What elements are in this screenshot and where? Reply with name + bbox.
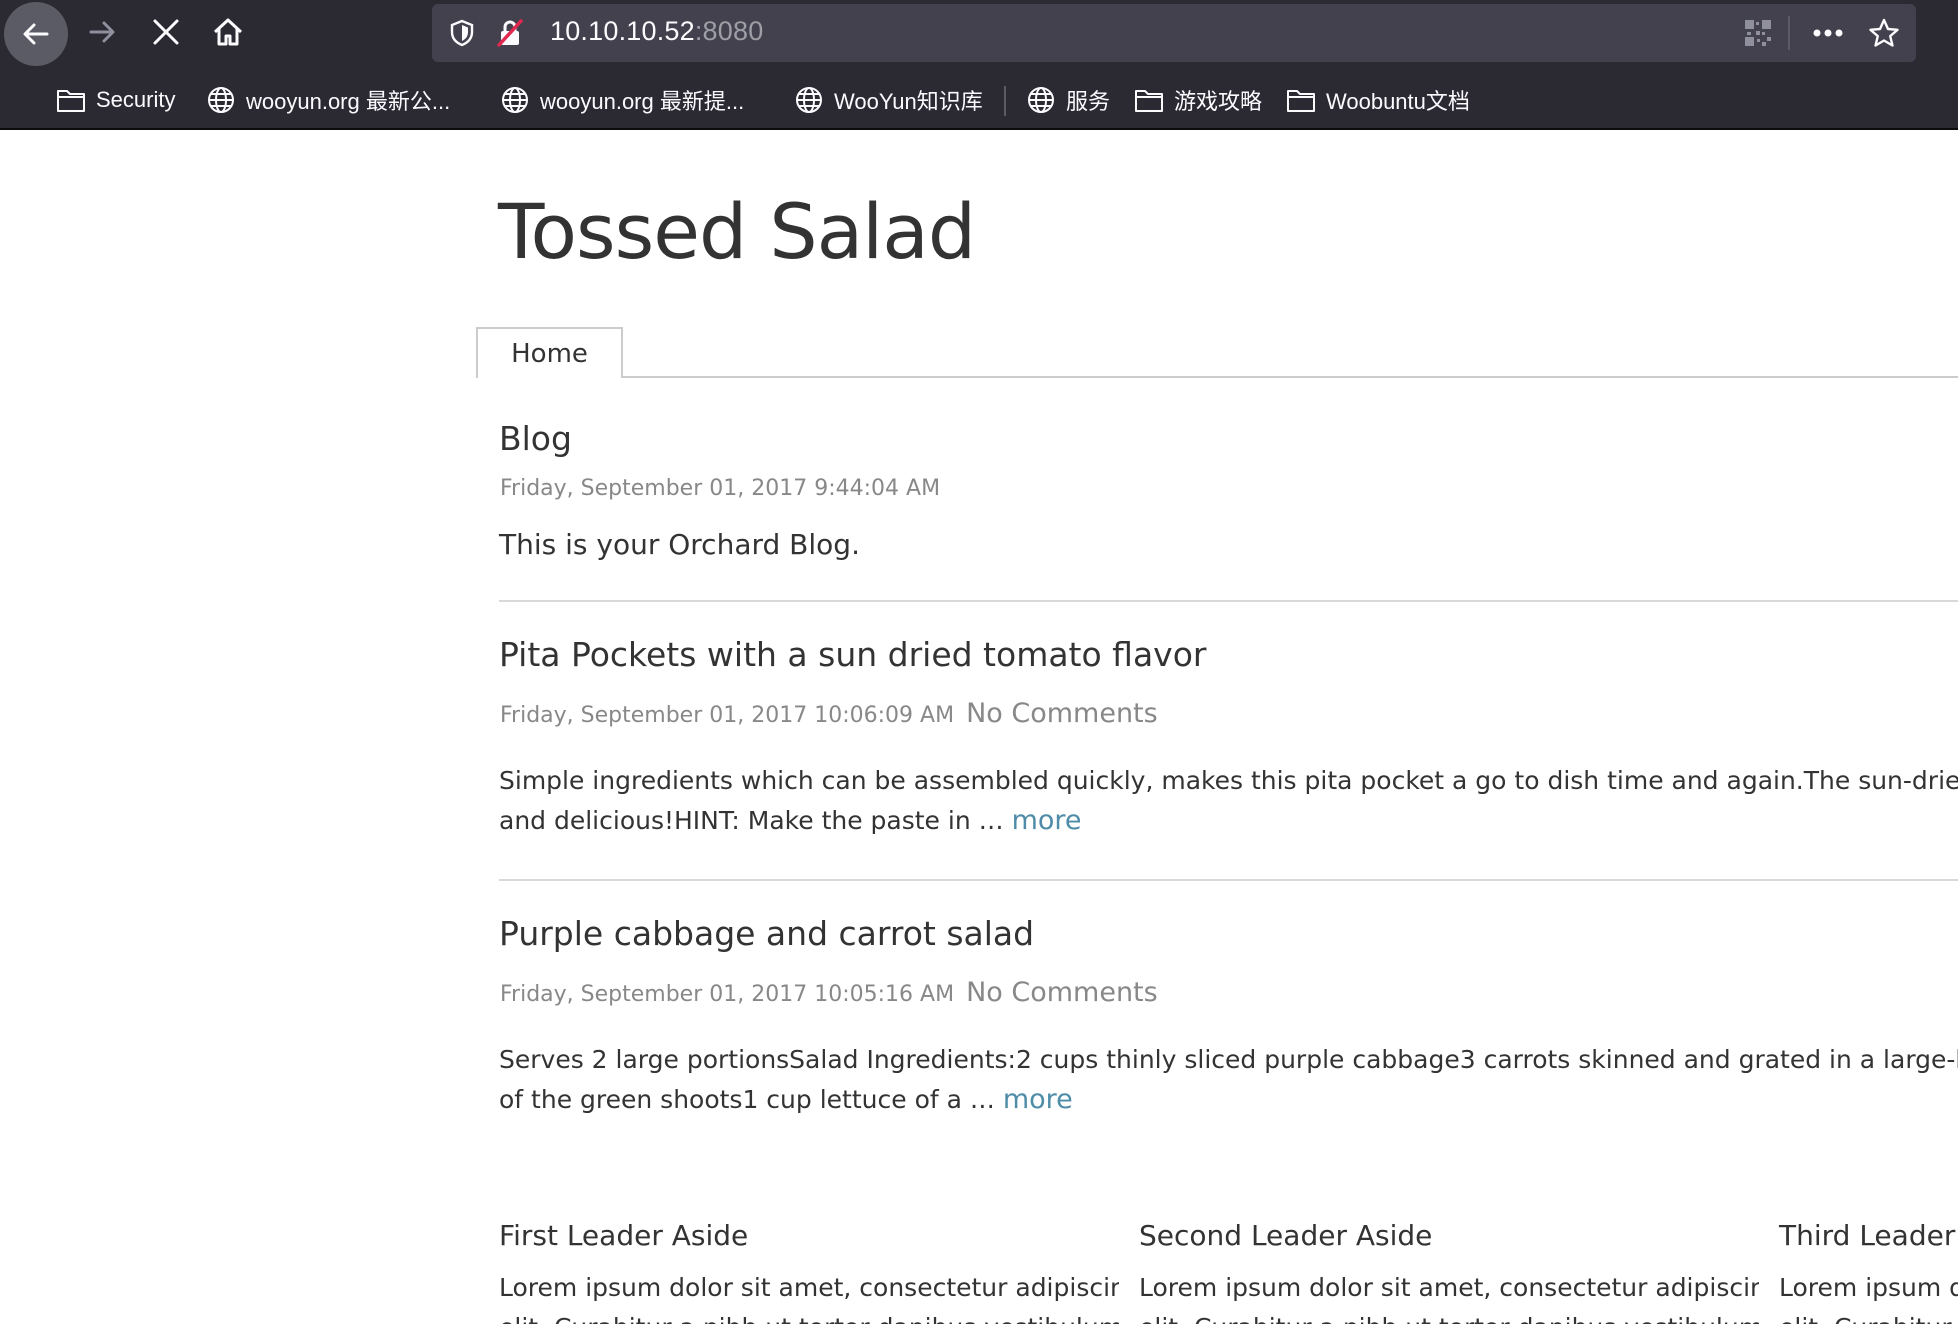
folder-icon xyxy=(57,90,85,112)
more-link[interactable]: more xyxy=(1012,805,1082,836)
bookmarks-bar: Security wooyun.org 最新公... wooyun.org 最新… xyxy=(0,70,1958,130)
bookmark-label: WooYun知识库 xyxy=(834,89,983,114)
url-bar[interactable]: 10.10.10.52:8080 xyxy=(432,4,1916,62)
bookmark-wooyun-public[interactable]: wooyun.org 最新公... xyxy=(206,82,450,118)
back-button[interactable] xyxy=(4,2,68,66)
folder-icon xyxy=(1287,90,1315,112)
aside-title: Third Leader A xyxy=(1779,1219,1958,1252)
divider xyxy=(499,600,1958,602)
bookmark-label: 游戏攻略 xyxy=(1174,89,1263,114)
bookmark-label: 服务 xyxy=(1066,89,1111,114)
aside-text: Lorem ipsum dolor sit amet, consectetur … xyxy=(1139,1268,1759,1324)
aside-title: Second Leader Aside xyxy=(1139,1219,1433,1252)
more-actions-icon[interactable] xyxy=(1812,17,1844,49)
globe-icon xyxy=(1028,87,1054,113)
aside-text-line: Lorem ipsum do xyxy=(1779,1273,1958,1302)
bookmark-security[interactable]: Security xyxy=(56,82,175,118)
bookmark-label: Woobuntu文档 xyxy=(1326,89,1470,114)
post-excerpt-text: of the green shoots1 cup lettuce of a … xyxy=(499,1085,1003,1114)
aside-text-line: Lorem ipsum dolor sit amet, consectetur … xyxy=(499,1273,1119,1302)
tab-home[interactable]: Home xyxy=(476,327,623,378)
site-title: Tossed Salad xyxy=(498,187,976,276)
blog-description: This is your Orchard Blog. xyxy=(499,528,860,561)
aside-text-line: elit. Curabitur a nibh ut tortor dapibus… xyxy=(499,1308,1119,1324)
bookmark-label: wooyun.org 最新提... xyxy=(540,89,745,114)
qr-code-icon[interactable] xyxy=(1742,17,1774,49)
aside-text: Lorem ipsum dolor sit amet, consectetur … xyxy=(499,1268,1119,1324)
nav-divider xyxy=(476,376,1958,378)
blog-title[interactable]: Blog xyxy=(499,419,572,458)
bookmark-star-icon[interactable] xyxy=(1868,17,1900,49)
post-meta: Friday, September 01, 2017 10:05:16 AM N… xyxy=(500,977,1158,1008)
post-excerpt-line-2: and delicious!HINT: Make the paste in … … xyxy=(499,801,1958,841)
url-bar-divider xyxy=(1788,16,1790,50)
bookmark-game-guides[interactable]: 游戏攻略 xyxy=(1134,82,1262,118)
post-comments[interactable]: No Comments xyxy=(966,977,1158,1008)
more-link[interactable]: more xyxy=(1003,1084,1073,1115)
home-icon xyxy=(211,15,245,53)
forward-arrow-icon xyxy=(85,15,119,53)
bookmark-label: Security xyxy=(96,87,176,112)
post-meta: Friday, September 01, 2017 10:06:09 AM N… xyxy=(500,698,1158,729)
insecure-lock-icon[interactable] xyxy=(494,17,526,49)
aside-text: Lorem ipsum do elit. Curabitur a xyxy=(1779,1268,1958,1324)
browser-toolbar: 10.10.10.52:8080 xyxy=(0,0,1958,70)
post-date: Friday, September 01, 2017 10:05:16 AM xyxy=(500,982,955,1007)
blog-date: Friday, September 01, 2017 9:44:04 AM xyxy=(500,476,941,501)
page-content: Tossed Salad Home Blog Friday, September… xyxy=(0,131,1958,1324)
globe-icon xyxy=(502,87,528,113)
aside-text-line: elit. Curabitur a xyxy=(1779,1308,1958,1324)
back-arrow-icon xyxy=(4,2,68,66)
shield-icon[interactable] xyxy=(446,17,478,49)
bookmark-woobuntu-docs[interactable]: Woobuntu文档 xyxy=(1286,82,1470,118)
post-excerpt-line-2: of the green shoots1 cup lettuce of a … … xyxy=(499,1080,1958,1120)
stop-button[interactable] xyxy=(134,2,198,66)
aside-text-line: Lorem ipsum dolor sit amet, consectetur … xyxy=(1139,1273,1759,1302)
bookmark-wooyun-submit[interactable]: wooyun.org 最新提... xyxy=(500,82,744,118)
divider xyxy=(499,879,1958,881)
globe-icon xyxy=(796,87,822,113)
globe-icon xyxy=(208,87,234,113)
post-excerpt-line: Simple ingredients which can be assemble… xyxy=(499,766,1958,795)
bookmark-separator xyxy=(1004,86,1006,116)
post-title[interactable]: Pita Pockets with a sun dried tomato fla… xyxy=(499,635,1206,674)
url-text[interactable]: 10.10.10.52:8080 xyxy=(550,16,763,47)
url-port: :8080 xyxy=(694,16,764,46)
bookmark-services[interactable]: 服务 xyxy=(1026,82,1110,118)
post-excerpt: Serves 2 large portionsSalad Ingredients… xyxy=(499,1040,1958,1120)
folder-icon xyxy=(1135,90,1163,112)
bookmark-wooyun-kb[interactable]: WooYun知识库 xyxy=(794,82,983,118)
post-excerpt: Simple ingredients which can be assemble… xyxy=(499,761,1958,841)
aside-title: First Leader Aside xyxy=(499,1219,749,1252)
home-button[interactable] xyxy=(196,2,260,66)
post-excerpt-line: Serves 2 large portionsSalad Ingredients… xyxy=(499,1045,1958,1074)
close-icon xyxy=(149,15,183,53)
post-excerpt-text: and delicious!HINT: Make the paste in … xyxy=(499,806,1012,835)
url-host: 10.10.10.52 xyxy=(550,16,695,46)
post-title[interactable]: Purple cabbage and carrot salad xyxy=(499,914,1034,953)
forward-button[interactable] xyxy=(70,2,134,66)
post-date: Friday, September 01, 2017 10:06:09 AM xyxy=(500,703,955,728)
aside-text-line: elit. Curabitur a nibh ut tortor dapibus… xyxy=(1139,1308,1759,1324)
post-comments[interactable]: No Comments xyxy=(966,698,1158,729)
bookmark-label: wooyun.org 最新公... xyxy=(246,89,451,114)
